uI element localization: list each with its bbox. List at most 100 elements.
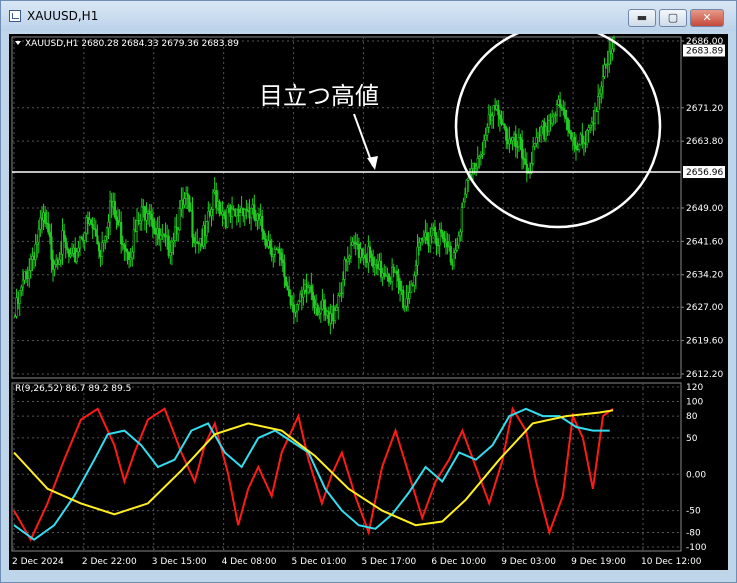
candle-body [611,48,614,54]
candle-body [520,139,524,159]
candle-body [302,289,305,298]
candle-body [132,228,135,253]
candle-body [283,262,286,278]
candle-body [83,232,86,241]
candle-body [284,276,288,287]
candle-body [226,207,229,228]
candle-body [612,37,616,50]
maximize-button[interactable]: ▢ [659,9,687,27]
candle-body [408,292,411,299]
candle-body [307,287,310,293]
candle-body [349,244,353,257]
candle-body [533,143,536,147]
candle-body [223,211,226,216]
candle-body [467,177,470,181]
candle-body [500,118,503,124]
candle-body [603,64,606,77]
osc-y-tick-label: -50 [686,507,701,517]
main-y-tick-label: 2641.60 [686,237,723,247]
candle-body [416,246,419,266]
candle-body [150,213,153,220]
candle-body [398,280,402,291]
chart-window: XAUUSD,H1 ▬ ▢ ✕ 目立つ高値 2686.00 2671.20 2663.… [0,0,737,583]
candle-body [593,110,597,124]
candle-body [75,251,78,263]
candle-body [177,229,180,235]
candle-body [183,198,186,206]
main-y-tick-label: 2649.00 [686,204,723,214]
chart-area[interactable]: 目立つ高値 2686.00 2671.20 2663.80 2649.00 2641.60… [9,34,728,570]
candle-body [104,236,107,241]
candle-body [113,201,116,218]
candle-body [59,253,63,261]
candle-body [105,227,109,237]
candle-body [573,136,576,147]
candle-body [449,245,452,263]
candle-body [280,252,283,261]
main-y-tick-label: 2671.20 [686,104,723,114]
candle-body [460,207,463,233]
candle-body [91,223,94,229]
candle-body [44,212,47,224]
candle-body [151,219,154,229]
candle-body [597,96,600,112]
candle-body [433,226,437,237]
candle-body [456,244,459,251]
minimize-button[interactable]: ▬ [628,9,656,27]
candle-body [563,109,566,118]
annotation-label: 目立つ高値 [259,82,379,110]
candle-body [452,252,456,266]
candle-body [329,313,332,324]
chart-window-icon [9,10,21,22]
title-bar[interactable]: XAUUSD,H1 ▬ ▢ ✕ [1,1,736,31]
main-y-tick-label: 2627.00 [686,303,723,313]
candle-body [532,145,535,164]
candle-body [77,247,80,252]
candle-body [514,133,517,147]
close-button[interactable]: ✕ [690,9,724,27]
candle-body [498,114,502,120]
candle-body [413,275,416,286]
chart-canvas[interactable]: 目立つ高値2686.002671.202663.802649.002641.60… [9,34,728,570]
candle-body [368,246,372,255]
candle-body [53,264,56,270]
candle-body [50,236,53,260]
candle-body [578,144,581,150]
window-title: XAUUSD,H1 [27,9,99,23]
candle-body [335,307,338,311]
candle-body [96,235,99,244]
candle-body [343,259,346,280]
candle-body [341,279,345,294]
candle-body [319,308,322,314]
candle-body [484,135,487,141]
candle-body [497,105,500,116]
candle-body [535,137,538,144]
candle-body [295,304,299,312]
candle-body [210,209,213,216]
candle-body [405,297,408,307]
candle-body [78,237,82,249]
osc-y-tick-label: 80 [686,412,698,422]
x-tick-label: 3 Dec 15:00 [152,557,207,567]
candle-body [346,258,349,262]
osc-y-tick-label: -80 [686,528,701,538]
candle-body [601,76,605,88]
candle-body [250,207,253,219]
candle-body [587,127,590,131]
candle-body [186,193,189,197]
candle-body [457,235,460,246]
main-y-tick-label: 2663.80 [686,137,723,147]
candle-body [462,201,465,209]
candle-body [218,201,221,214]
candle-body [289,295,292,306]
candle-body [334,310,337,321]
candle-body [29,259,32,271]
candle-body [322,299,326,309]
x-tick-label: 5 Dec 17:00 [361,557,416,567]
main-y-tick-label: 2612.20 [686,370,723,380]
candle-body [486,126,489,136]
candle-body [169,252,172,256]
candle-body [490,115,494,121]
candle-body [28,270,31,279]
candle-body [559,99,562,108]
